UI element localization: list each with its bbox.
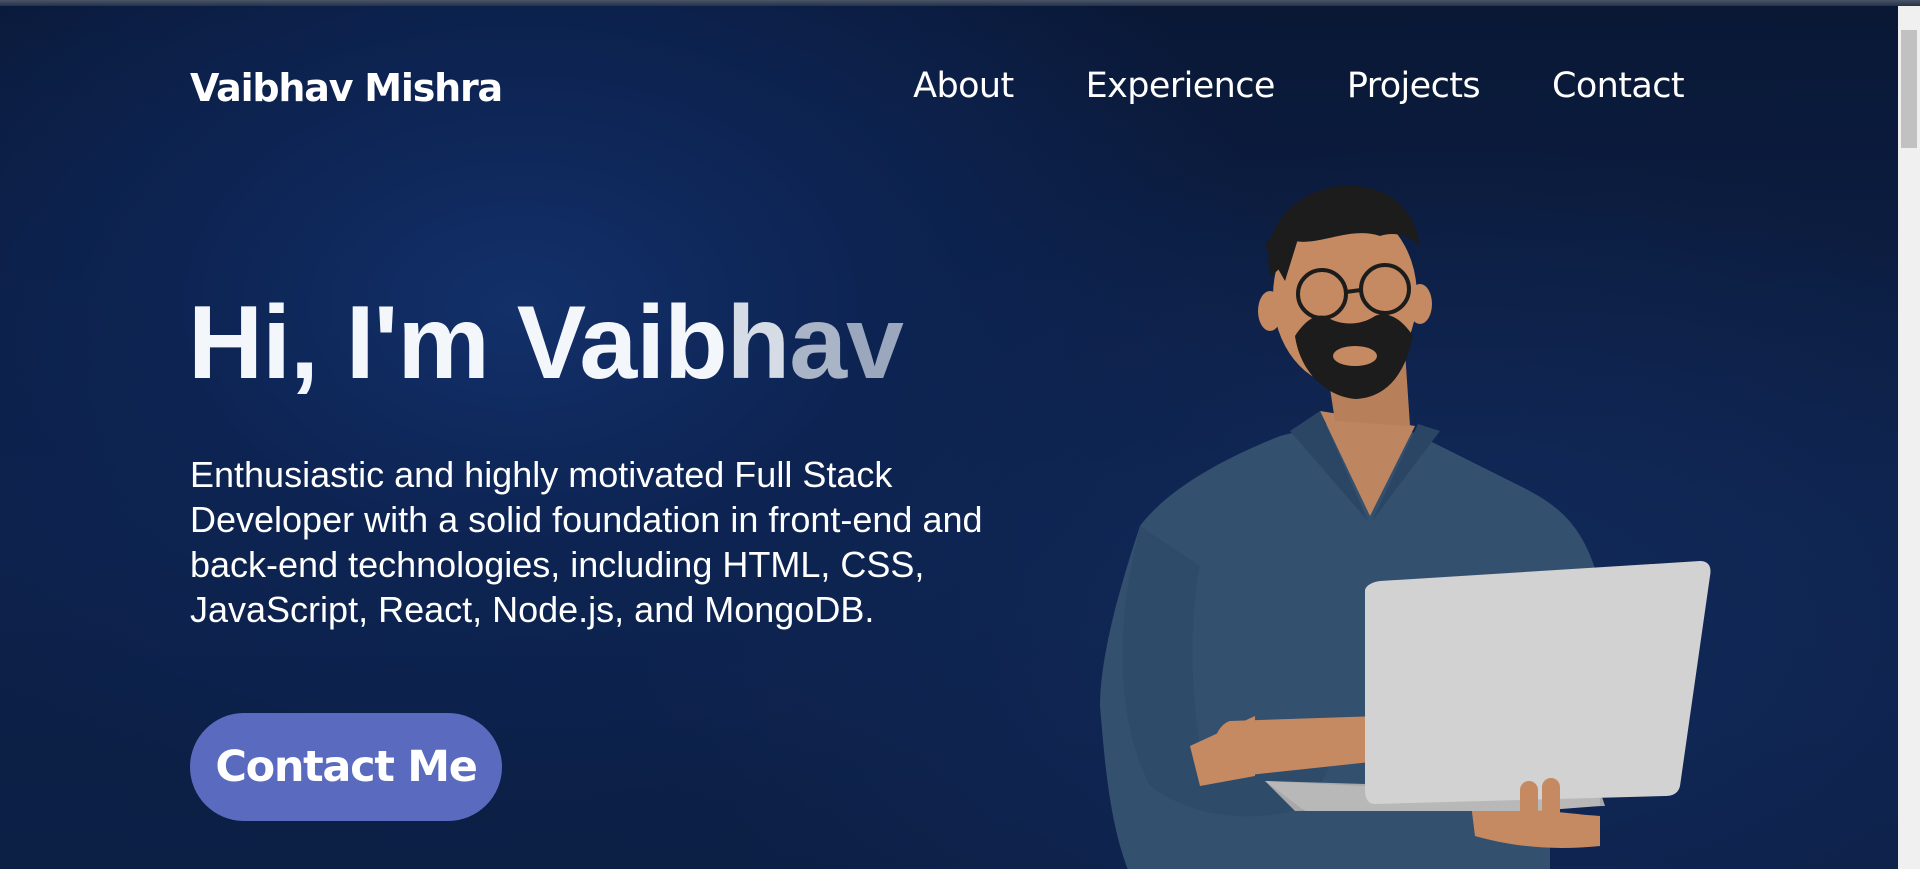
- main-nav: About Experience Projects Contact: [913, 66, 1684, 106]
- nav-link-experience[interactable]: Experience: [1086, 66, 1276, 106]
- brand-logo-text[interactable]: Vaibhav Mishra: [190, 66, 503, 110]
- developer-with-laptop-illustration: [1100, 186, 1711, 869]
- scrollbar-thumb[interactable]: [1901, 30, 1917, 148]
- nav-link-about[interactable]: About: [913, 66, 1014, 106]
- nav-link-contact[interactable]: Contact: [1552, 66, 1685, 106]
- contact-me-button[interactable]: Contact Me: [190, 713, 502, 821]
- vertical-scrollbar[interactable]: [1898, 6, 1920, 869]
- hero-description: Enthusiastic and highly motivated Full S…: [190, 454, 983, 630]
- page-viewport: Vaibhav Mishra About Experience Projects…: [0, 6, 1898, 869]
- heading-fading-letter: a: [789, 285, 847, 401]
- heading-fading-letter: h: [726, 285, 791, 401]
- hero-heading: Hi, I'm Vaibhav: [188, 284, 904, 403]
- heading-typed-part: Hi, I'm Vaib: [188, 285, 728, 401]
- nav-link-projects[interactable]: Projects: [1347, 66, 1481, 106]
- heading-fading-letter: v: [846, 285, 904, 401]
